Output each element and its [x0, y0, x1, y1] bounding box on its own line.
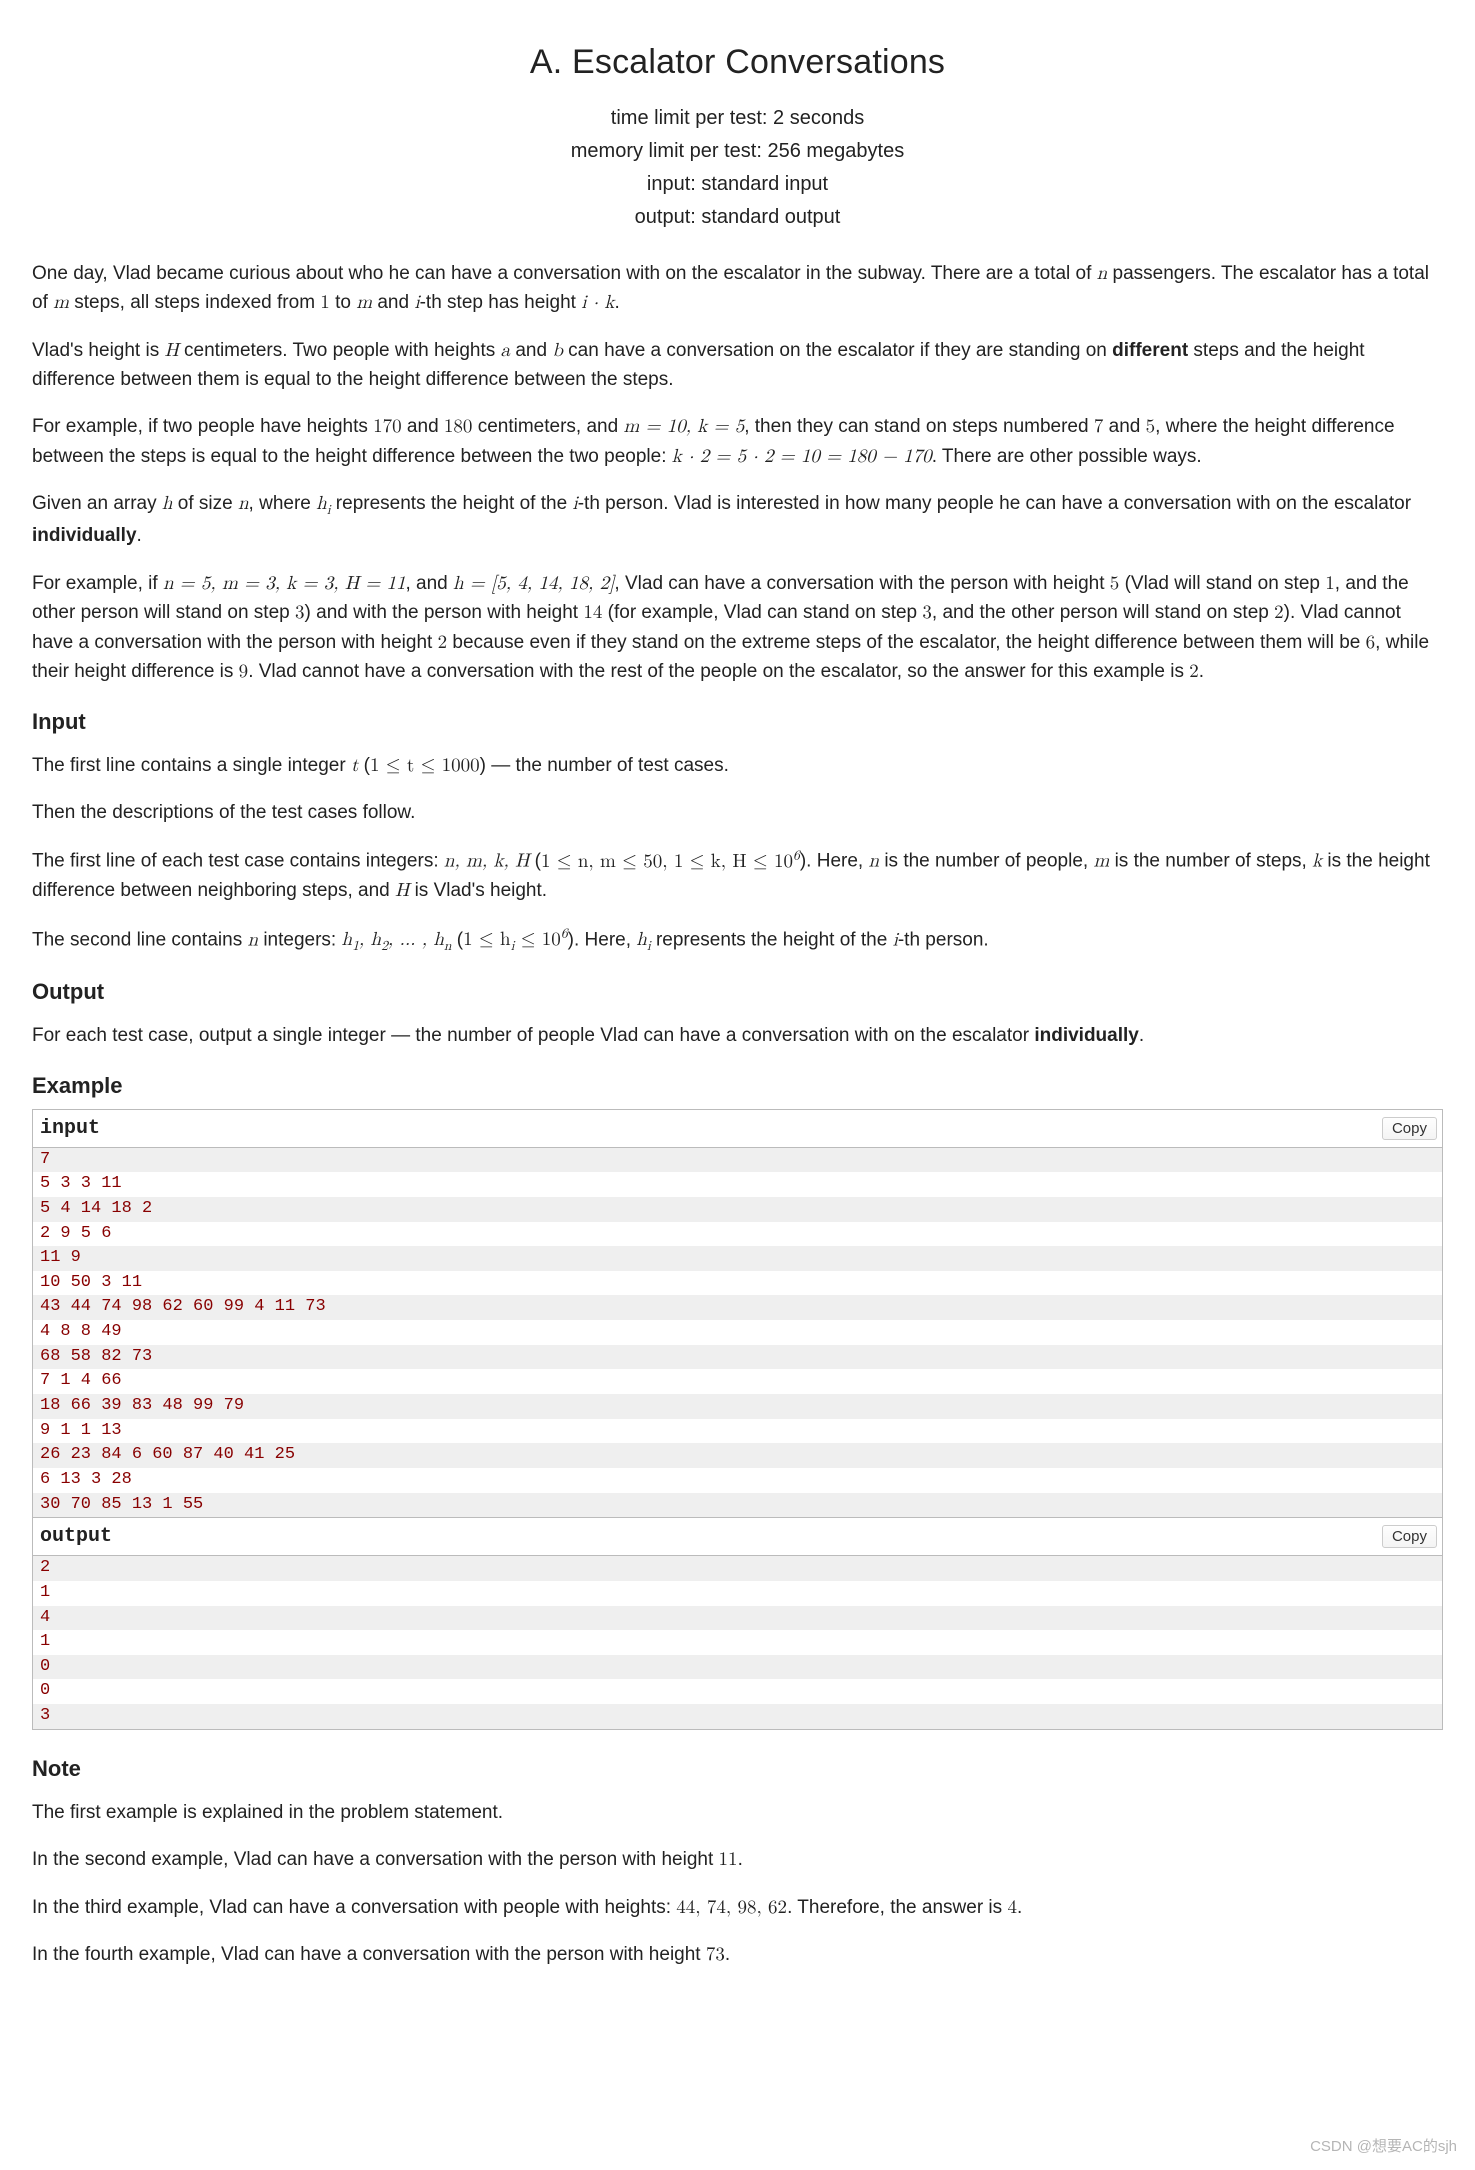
input-code: 75 3 3 115 4 14 18 22 9 5 611 910 50 3 1… — [33, 1148, 1442, 1518]
code-line: 3 — [33, 1704, 1442, 1729]
output-header: output Copy — [33, 1517, 1442, 1556]
code-line: 0 — [33, 1655, 1442, 1680]
code-line: 43 44 74 98 62 60 99 4 11 73 — [33, 1295, 1442, 1320]
input-p3: The first line of each test case contain… — [32, 845, 1443, 905]
code-line: 1 — [33, 1581, 1442, 1606]
watermark: CSDN @想要AC的sjh — [1310, 2135, 1457, 2158]
code-line: 4 8 8 49 — [33, 1320, 1442, 1345]
code-line: 11 9 — [33, 1246, 1442, 1271]
output-code: 2141003 — [33, 1556, 1442, 1728]
statement-p5: For example, if n = 5, m = 3, k = 3, H =… — [32, 569, 1443, 687]
example-section-title: Example — [32, 1069, 1443, 1103]
code-line: 6 13 3 28 — [33, 1468, 1442, 1493]
copy-output-button[interactable]: Copy — [1382, 1525, 1437, 1548]
input-p1: The first line contains a single integer… — [32, 751, 1443, 780]
note-p3: In the third example, Vlad can have a co… — [32, 1893, 1443, 1922]
code-line: 5 4 14 18 2 — [33, 1197, 1442, 1222]
code-line: 26 23 84 6 60 87 40 41 25 — [33, 1443, 1442, 1468]
note-p2: In the second example, Vlad can have a c… — [32, 1845, 1443, 1874]
input-header: input Copy — [33, 1110, 1442, 1148]
code-line: 10 50 3 11 — [33, 1271, 1442, 1296]
statement-p3: For example, if two people have heights … — [32, 412, 1443, 471]
output-p1: For each test case, output a single inte… — [32, 1021, 1443, 1050]
statement-p1: One day, Vlad became curious about who h… — [32, 259, 1443, 318]
code-line: 7 1 4 66 — [33, 1369, 1442, 1394]
output-label: output — [40, 1521, 112, 1552]
time-limit: time limit per test: 2 seconds — [32, 103, 1443, 134]
statement-p4: Given an array h of size n, where hi rep… — [32, 489, 1443, 550]
copy-input-button[interactable]: Copy — [1382, 1117, 1437, 1140]
code-line: 30 70 85 13 1 55 — [33, 1493, 1442, 1518]
note-p1: The first example is explained in the pr… — [32, 1798, 1443, 1827]
code-line: 2 9 5 6 — [33, 1222, 1442, 1247]
memory-limit: memory limit per test: 256 megabytes — [32, 136, 1443, 167]
input-p4: The second line contains n integers: h1,… — [32, 924, 1443, 957]
problem-title: A. Escalator Conversations — [32, 36, 1443, 89]
code-line: 1 — [33, 1630, 1442, 1655]
code-line: 18 66 39 83 48 99 79 — [33, 1394, 1442, 1419]
note-p4: In the fourth example, Vlad can have a c… — [32, 1940, 1443, 1969]
input-p2: Then the descriptions of the test cases … — [32, 798, 1443, 827]
output-spec: output: standard output — [32, 202, 1443, 233]
code-line: 0 — [33, 1679, 1442, 1704]
code-line: 7 — [33, 1148, 1442, 1173]
statement-p2: Vlad's height is H centimeters. Two peop… — [32, 336, 1443, 395]
code-line: 4 — [33, 1606, 1442, 1631]
example-box: input Copy 75 3 3 115 4 14 18 22 9 5 611… — [32, 1109, 1443, 1730]
code-line: 2 — [33, 1556, 1442, 1581]
code-line: 5 3 3 11 — [33, 1172, 1442, 1197]
input-section-title: Input — [32, 705, 1443, 739]
code-line: 9 1 1 13 — [33, 1419, 1442, 1444]
input-spec: input: standard input — [32, 169, 1443, 200]
limits-block: time limit per test: 2 seconds memory li… — [32, 103, 1443, 233]
note-section-title: Note — [32, 1752, 1443, 1786]
output-section-title: Output — [32, 975, 1443, 1009]
input-label: input — [40, 1113, 100, 1144]
code-line: 68 58 82 73 — [33, 1345, 1442, 1370]
